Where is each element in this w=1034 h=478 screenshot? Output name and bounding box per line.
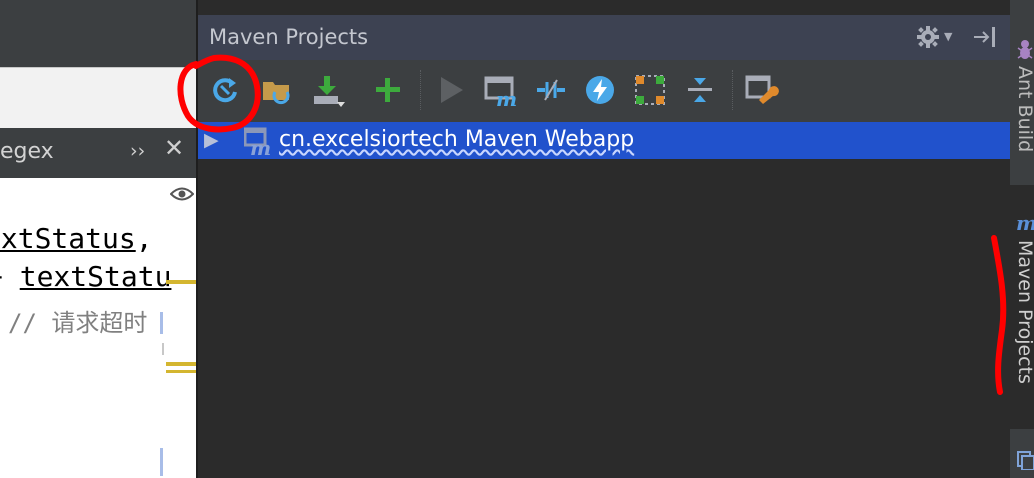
generate-sources-icon[interactable] <box>261 74 293 106</box>
expand-arrow-icon[interactable]: ▶ <box>204 129 219 151</box>
left-top-bar <box>0 0 197 15</box>
eye-icon[interactable] <box>169 186 195 206</box>
close-tab-button[interactable]: ✕ <box>164 134 184 162</box>
add-project-icon[interactable] <box>372 74 404 106</box>
maven-m-icon: m <box>1015 211 1034 238</box>
ant-icon <box>1016 38 1034 64</box>
reimport-icon[interactable] <box>209 74 241 106</box>
search-input[interactable] <box>0 67 196 129</box>
side-tab-maven-projects[interactable]: Maven Projects <box>1014 240 1034 384</box>
project-name[interactable]: cn.excelsiortech Maven Webapp <box>279 127 634 152</box>
svg-text:m: m <box>250 136 271 157</box>
top-bar <box>198 0 1034 15</box>
editor-tab-regex[interactable]: egex <box>0 139 54 164</box>
code-line: + textStatu <box>0 260 172 293</box>
execute-goal-icon[interactable]: m <box>484 74 517 111</box>
warning-marker <box>166 280 196 284</box>
maven-tree-area <box>198 159 1010 478</box>
side-tab-ant-build[interactable]: Ant Build <box>1014 66 1034 152</box>
text-caret <box>160 312 163 334</box>
text-caret <box>160 448 163 476</box>
code-line: extStatus, <box>0 222 153 255</box>
code-comment: // 请求超时 <box>8 309 148 337</box>
settings-wrench-icon[interactable] <box>745 74 779 106</box>
text-caret <box>162 343 164 355</box>
gear-icon[interactable] <box>916 25 940 53</box>
chevron-down-icon[interactable]: ▼ <box>944 30 952 43</box>
skip-tests-icon[interactable] <box>584 74 616 106</box>
toggle-offline-icon[interactable] <box>535 74 567 106</box>
toolbar-separator <box>420 70 422 110</box>
hide-panel-icon[interactable] <box>972 26 998 52</box>
collapse-all-icon[interactable] <box>684 74 716 106</box>
warning-marker <box>166 362 196 366</box>
code-editor[interactable]: extStatus, + textStatu // 请求超时 <box>0 178 196 478</box>
maven-project-icon: m <box>243 127 276 161</box>
warning-marker <box>166 370 196 373</box>
database-icon[interactable] <box>1016 450 1034 474</box>
panel-title: Maven Projects <box>209 25 369 49</box>
tab-overflow-button[interactable]: ›› <box>130 140 145 162</box>
svg-text:m: m <box>496 87 517 108</box>
download-icon[interactable] <box>311 74 345 107</box>
run-icon[interactable] <box>436 74 468 106</box>
left-toolbar-strip <box>0 15 197 68</box>
svg-text:m: m <box>1016 212 1034 234</box>
show-dependencies-icon[interactable] <box>634 74 666 106</box>
toolbar-separator <box>732 70 734 110</box>
